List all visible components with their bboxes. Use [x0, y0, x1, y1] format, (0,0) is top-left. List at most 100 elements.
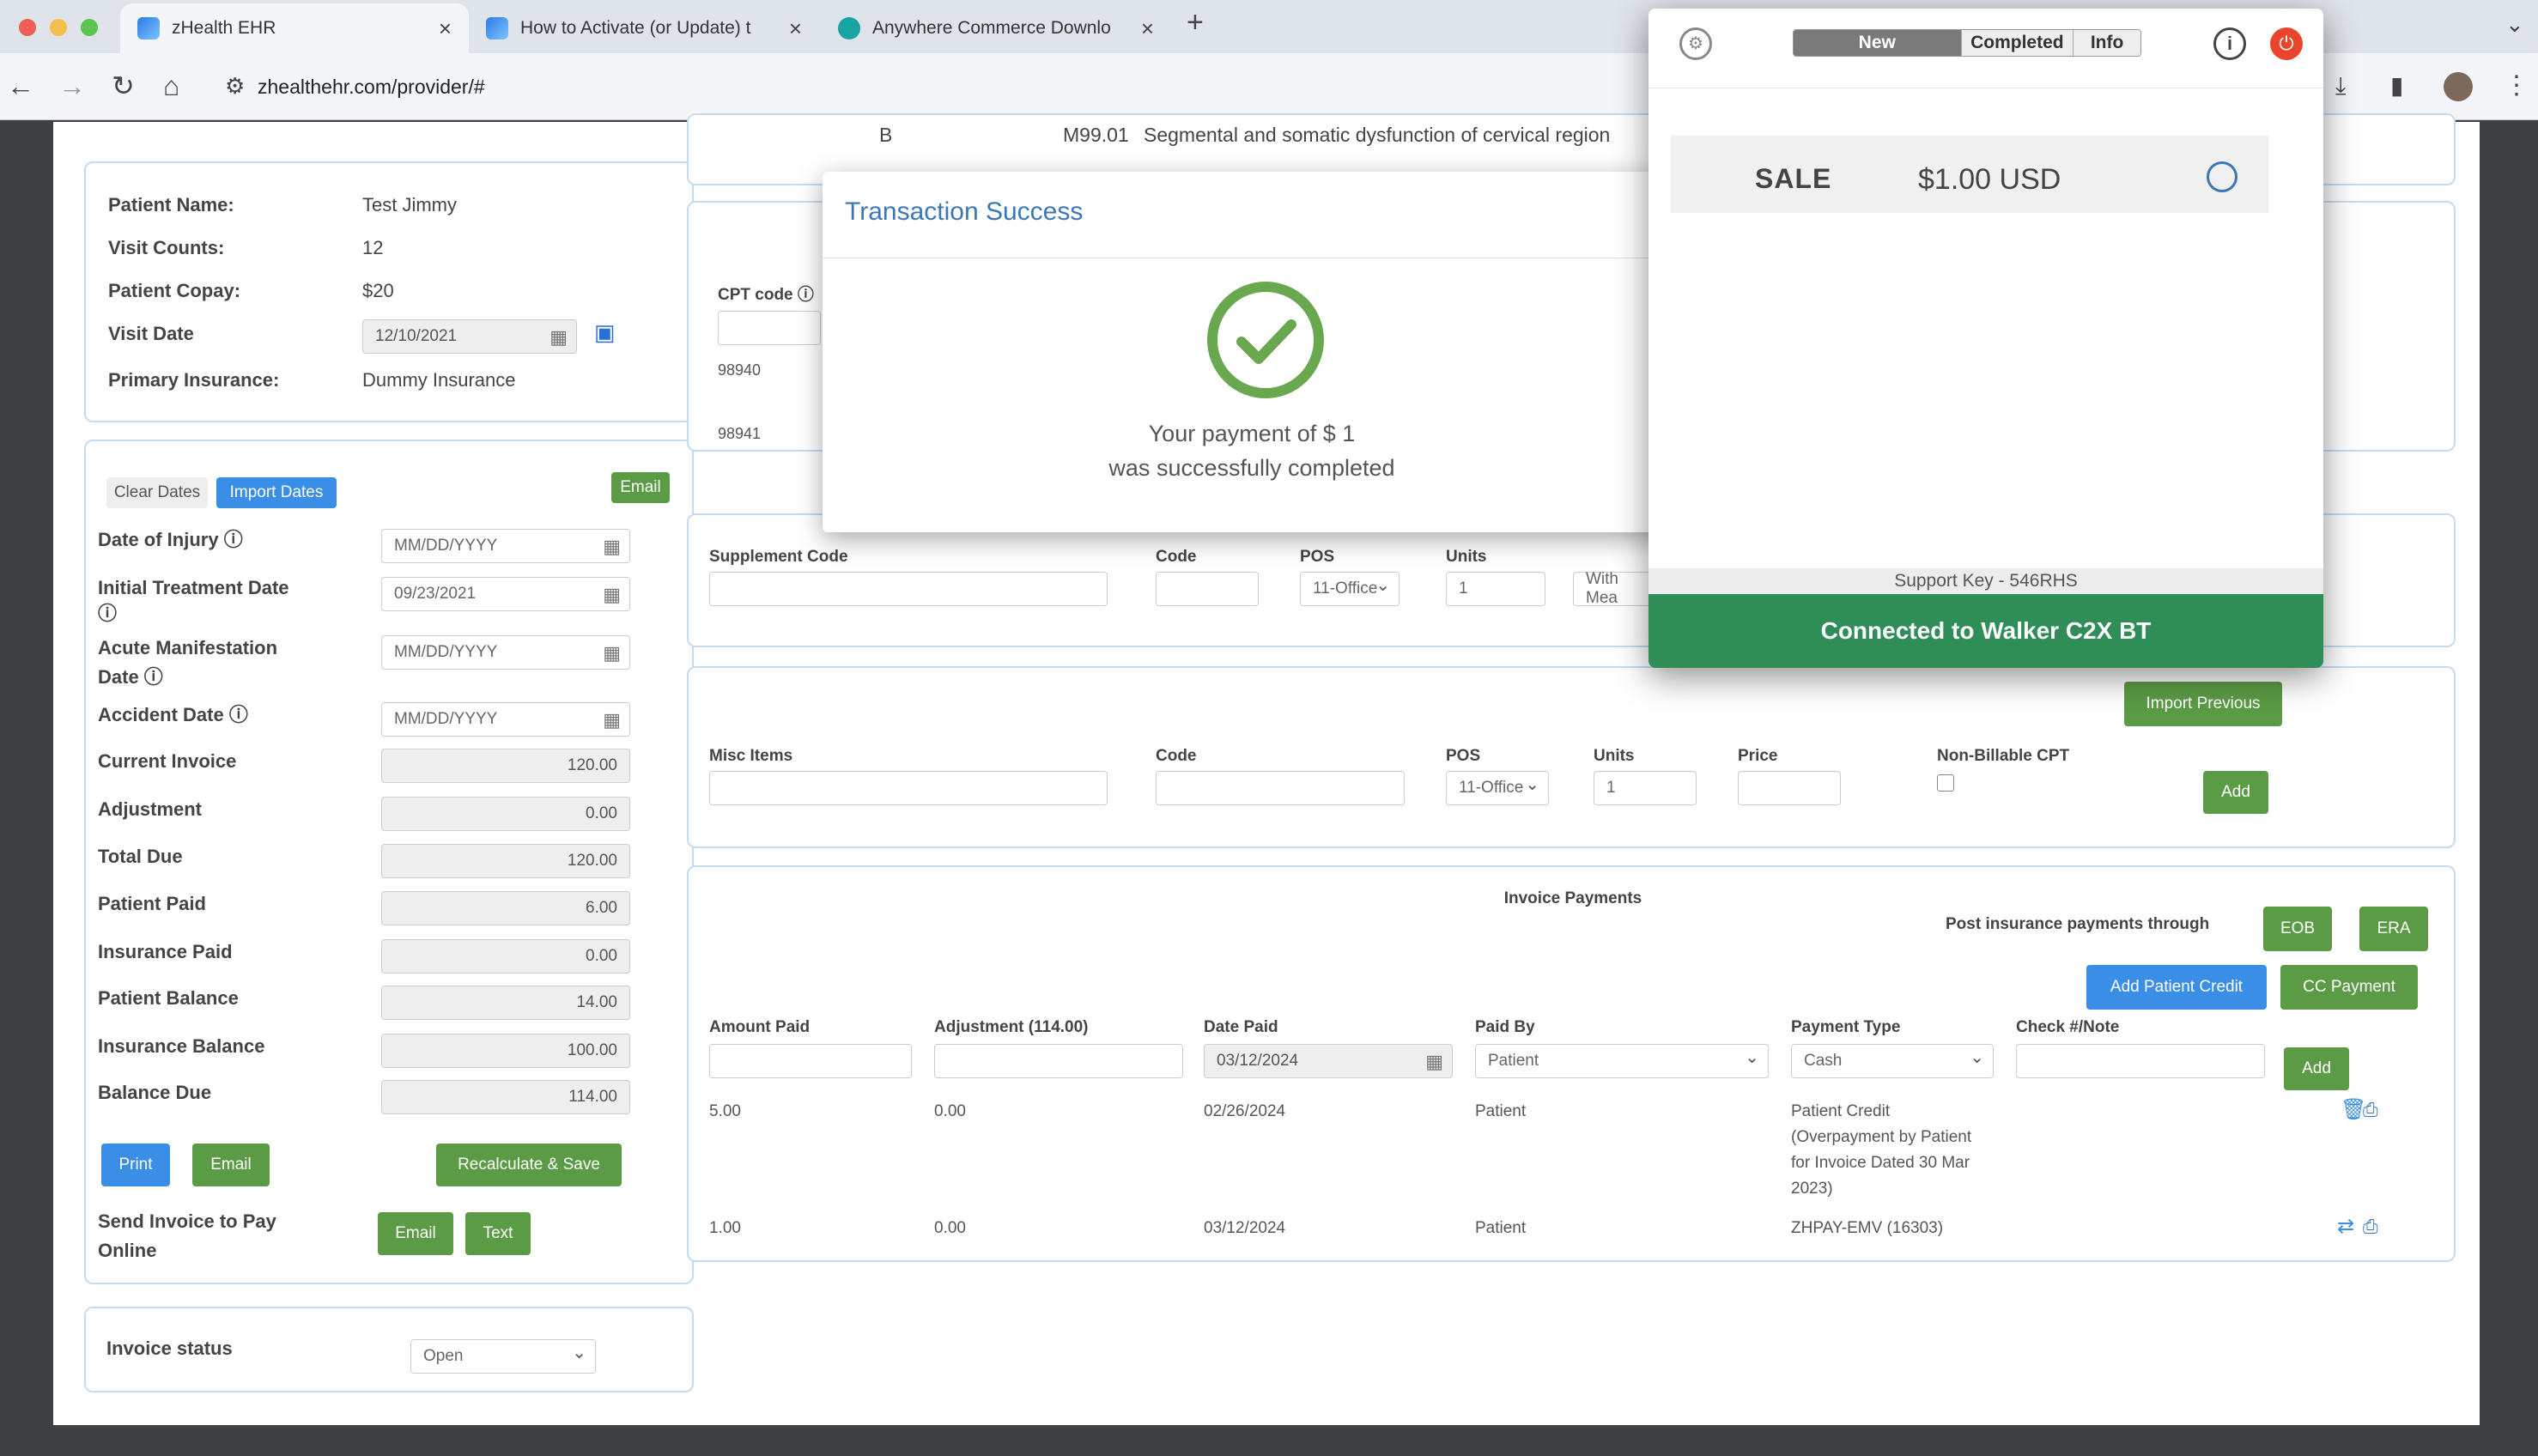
payment-row-date: 02/26/2024 [1204, 1102, 1286, 1120]
invoice-status-label: Invoice status [106, 1338, 233, 1359]
address-bar[interactable]: zhealthehr.com/provider/# [258, 76, 485, 99]
zoom-window-button[interactable] [81, 19, 98, 36]
add-patient-credit-button[interactable]: Add Patient Credit [2086, 965, 2267, 1010]
misc-add-button[interactable]: Add [2203, 771, 2268, 814]
date-paid-field[interactable]: 03/12/2024 ▦ [1204, 1044, 1453, 1078]
calendar-icon[interactable]: ▦ [603, 709, 621, 731]
tab-info[interactable]: Info [2074, 30, 2140, 56]
visit-counts-label: Visit Counts: [108, 237, 225, 258]
sale-status-icon[interactable] [2207, 161, 2237, 192]
refund-icon[interactable]: ⇄ [2337, 1214, 2354, 1240]
close-tab-icon[interactable]: × [439, 15, 452, 42]
patient-name: Test Jimmy [362, 194, 457, 215]
misc-pos-select[interactable]: 11-Office [1446, 771, 1549, 805]
supplement-code-input[interactable] [709, 572, 1108, 606]
payment-row-paid-by: Patient [1475, 1219, 1527, 1237]
visit-date-field[interactable]: 12/10/2021 ▦ [362, 319, 577, 354]
diagnosis-code: M99.01 [1063, 124, 1129, 146]
eob-button[interactable]: EOB [2263, 907, 2332, 951]
era-button[interactable]: ERA [2359, 907, 2428, 951]
calendar-icon[interactable]: ▦ [1425, 1051, 1443, 1073]
misc-units-input[interactable]: 1 [1594, 771, 1697, 805]
forward-icon[interactable]: → [58, 69, 86, 103]
units-header: Units [1594, 747, 1635, 765]
cc-payment-button[interactable]: CC Payment [2280, 965, 2418, 1010]
profile-avatar[interactable] [2444, 72, 2473, 101]
minimize-window-button[interactable] [50, 19, 67, 36]
new-tab-icon[interactable]: + [1187, 5, 1204, 39]
menu-icon[interactable]: ⋮ [2504, 69, 2529, 103]
import-previous-button[interactable]: Import Previous [2124, 682, 2282, 726]
close-tab-icon[interactable]: × [1141, 15, 1154, 42]
tab-completed[interactable]: Completed [1961, 30, 2074, 56]
misc-items-header: Misc Items [709, 747, 793, 765]
power-icon[interactable]: ⏻ [2270, 27, 2303, 60]
cpt-code-input[interactable] [718, 311, 821, 345]
acute-manifestation-label-line2: Date ⓘ [98, 666, 163, 688]
payment-add-button[interactable]: Add [2284, 1047, 2349, 1090]
misc-code-input[interactable] [1156, 771, 1405, 805]
back-icon[interactable]: ← [7, 69, 34, 103]
tab-new[interactable]: New [1794, 30, 1962, 56]
calendar-icon[interactable]: ▦ [603, 584, 621, 606]
reload-icon[interactable]: ↻ [112, 69, 135, 103]
date-of-injury-field[interactable]: MM/DD/YYYY ▦ [381, 529, 630, 563]
tab-title: Anywhere Commerce Downlo [872, 18, 1111, 38]
acute-manifestation-date-field[interactable]: MM/DD/YYYY ▦ [381, 635, 630, 670]
browser-tab-activate[interactable]: How to Activate (or Update) t × [469, 3, 819, 53]
home-icon[interactable]: ⌂ [163, 69, 179, 103]
save-icon[interactable]: ▣ [594, 319, 616, 345]
settings-icon[interactable]: ⚙ [1679, 27, 1712, 60]
browser-tab-zhealth[interactable]: zHealth EHR × [120, 3, 469, 53]
info-icon: ⓘ [98, 603, 118, 624]
payment-row-type: Patient Credit (Overpayment by Patient f… [1791, 1102, 1972, 1198]
close-tab-icon[interactable]: × [789, 15, 802, 42]
patient-copay: $20 [362, 280, 394, 301]
calendar-icon[interactable]: ▦ [549, 326, 568, 349]
site-settings-icon[interactable]: ⚙ [225, 69, 245, 103]
paid-by-select[interactable]: Patient [1475, 1044, 1769, 1078]
adjustment-input[interactable] [934, 1044, 1183, 1078]
email-button[interactable]: Email [192, 1144, 270, 1186]
info-icon[interactable]: i [2213, 27, 2246, 60]
calendar-icon[interactable]: ▦ [603, 642, 621, 664]
payment-type-select[interactable]: Cash [1791, 1044, 1994, 1078]
supplement-units-input[interactable]: 1 [1446, 572, 1545, 606]
check-note-input[interactable] [2016, 1044, 2265, 1078]
print-icon[interactable]: ⎙ [2363, 1214, 2378, 1240]
send-email-button[interactable]: Email [378, 1212, 453, 1255]
amount-paid-input[interactable] [709, 1044, 912, 1078]
accident-date-field[interactable]: MM/DD/YYYY ▦ [381, 702, 630, 737]
cpt-code-header: CPT code ⓘ [718, 286, 814, 304]
non-billable-checkbox[interactable] [1937, 774, 1954, 792]
tab-search-icon[interactable]: ⌄ [2505, 7, 2524, 41]
side-panel-icon[interactable]: ▮ [2390, 69, 2403, 103]
send-text-button[interactable]: Text [465, 1212, 531, 1255]
sale-row[interactable]: SALE $1.00 USD [1671, 136, 2268, 213]
misc-items-input[interactable] [709, 771, 1108, 805]
calendar-icon[interactable]: ▦ [603, 536, 621, 558]
date-of-injury-label: Date of Injury ⓘ [98, 529, 243, 550]
connection-status-bar: Connected to Walker C2X BT [1648, 594, 2323, 668]
close-window-button[interactable] [19, 19, 36, 36]
download-icon[interactable]: ⤓ [2335, 69, 2346, 103]
import-dates-button[interactable]: Import Dates [216, 477, 337, 508]
patient-balance-label: Patient Balance [98, 987, 239, 1009]
supplement-code-field[interactable] [1156, 572, 1259, 606]
email-dates-button[interactable]: Email [611, 472, 670, 503]
initial-treatment-date-field[interactable]: 09/23/2021 ▦ [381, 577, 630, 611]
misc-price-input[interactable] [1738, 771, 1841, 805]
browser-tab-anywhere-commerce[interactable]: Anywhere Commerce Downlo × [821, 3, 1171, 53]
recalculate-save-button[interactable]: Recalculate & Save [436, 1144, 622, 1186]
invoice-status-select[interactable]: Open [410, 1339, 596, 1374]
transaction-success-modal: Transaction Success Your payment of $ 1 … [823, 172, 1681, 532]
print-button[interactable]: Print [101, 1144, 170, 1186]
clear-dates-button[interactable]: Clear Dates [106, 477, 208, 508]
send-invoice-label: Send Invoice to Pay [98, 1210, 276, 1232]
print-icon[interactable]: ⎙ [2363, 1097, 2378, 1123]
cpt-code-row: 98940 [718, 361, 762, 379]
adjustment-label: Adjustment [98, 798, 202, 820]
supplement-pos-select[interactable]: 11-Office [1300, 572, 1400, 606]
price-header: Price [1738, 747, 1778, 765]
insurance-paid-field: 0.00 [381, 939, 630, 974]
